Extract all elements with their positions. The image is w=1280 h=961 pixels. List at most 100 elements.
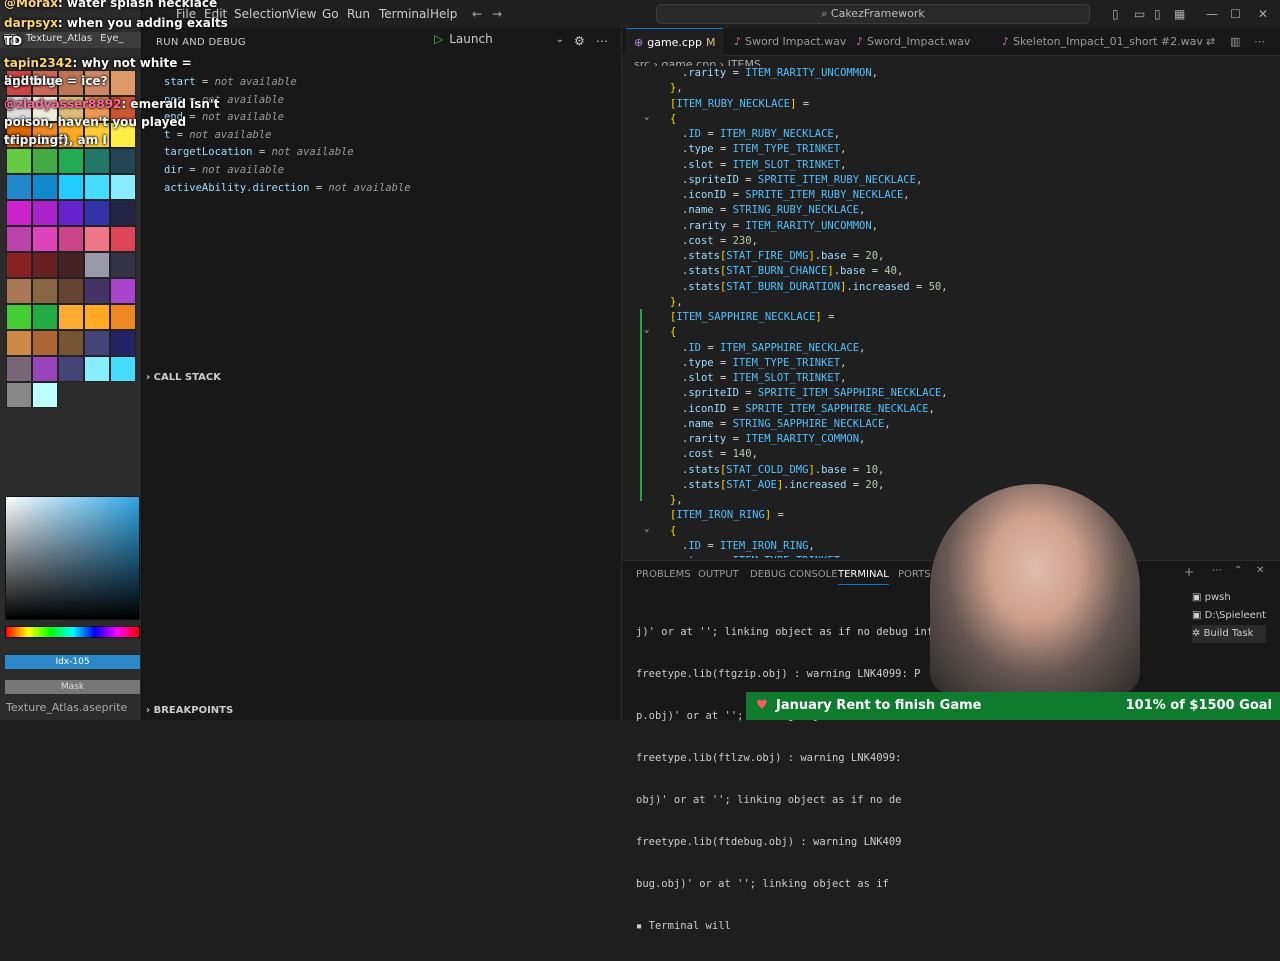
palette-swatch[interactable] [6,382,32,408]
code-line[interactable]: [ITEM_IRON_RING] = [670,508,784,523]
menu-go[interactable]: Go [322,7,339,21]
color-index-field[interactable]: Idx-105 [5,655,140,669]
tab-terminal[interactable]: TERMINAL [838,569,889,585]
menu-selection[interactable]: Selection [234,7,289,21]
palette-swatch[interactable] [58,148,84,174]
chevron-down-icon[interactable]: ⌄ [556,34,564,45]
code-line[interactable]: .stats[STAT_BURN_DURATION].increased = 5… [682,280,948,295]
customize-layout-icon[interactable]: ▦ [1174,7,1185,21]
palette-swatch[interactable] [32,200,58,226]
tab-debug-console[interactable]: DEBUG CONSOLE [750,569,838,580]
code-line[interactable]: .stats[STAT_FIRE_DMG].base = 20, [682,249,884,264]
palette-swatch[interactable] [32,252,58,278]
palette-swatch[interactable] [6,252,32,278]
menu-view[interactable]: View [288,7,316,21]
maximize-panel-icon[interactable]: ⌃ [1234,565,1242,576]
palette-swatch[interactable] [58,356,84,382]
code-line[interactable]: .type = ITEM_TYPE_TRINKET, [682,356,846,371]
code-line[interactable]: .spriteID = SPRITE_ITEM_RUBY_NECKLACE, [682,173,922,188]
launch-config-select[interactable]: ▷ Launch ⌄ [434,32,564,52]
tab-skeleton-impact-wav[interactable]: ♪ Skeleton_Impact_01_short #2.wav [1002,28,1203,56]
code-line[interactable]: }, [670,81,683,96]
palette-swatch[interactable] [6,226,32,252]
code-line[interactable]: { [670,112,676,127]
code-line[interactable]: .spriteID = SPRITE_ITEM_SAPPHIRE_NECKLAC… [682,386,948,401]
palette-swatch[interactable] [6,148,32,174]
terminal-item[interactable]: ▣ pwsh [1192,589,1266,607]
palette-swatch[interactable] [84,226,110,252]
back-arrow-icon[interactable]: ← [472,7,482,21]
close-panel-icon[interactable]: ✕ [1256,565,1264,576]
code-line[interactable]: .slot = ITEM_SLOT_TRINKET, [682,158,846,173]
code-line[interactable]: .type = ITEM_TYPE_TRINKET, [682,554,846,558]
code-line[interactable]: .iconID = SPRITE_ITEM_RUBY_NECKLACE, [682,188,910,203]
palette-swatch[interactable] [32,330,58,356]
palette-swatch[interactable] [84,200,110,226]
menu-terminal[interactable]: Terminal [379,7,430,21]
split-editor-icon[interactable]: ⇄ [1206,28,1215,56]
code-line[interactable]: .rarity = ITEM_RARITY_UNCOMMON, [682,219,878,234]
code-editor[interactable]: .rarity = ITEM_RARITY_UNCOMMON,}, [ITEM_R… [622,66,1280,558]
tab-game-cpp[interactable]: ⊕ game.cpp M [626,28,724,56]
code-line[interactable]: .type = ITEM_TYPE_TRINKET, [682,142,846,157]
palette-swatch[interactable] [32,226,58,252]
code-line[interactable]: .ID = ITEM_RUBY_NECKLACE, [682,127,840,142]
call-stack-header[interactable]: › CALL STACK [146,372,221,383]
palette-swatch[interactable] [32,356,58,382]
more-actions-icon[interactable]: ⋯ [1212,565,1222,576]
palette-swatch[interactable] [58,304,84,330]
tab-output[interactable]: OUTPUT [698,569,739,580]
palette-swatch[interactable] [110,200,136,226]
code-line[interactable]: .stats[STAT_COLD_DMG].base = 10, [682,463,884,478]
palette-swatch[interactable] [84,330,110,356]
mask-field[interactable]: Mask [5,680,140,694]
menu-help[interactable]: Help [430,7,457,21]
menu-run[interactable]: Run [347,7,370,21]
palette-swatch[interactable] [58,252,84,278]
palette-swatch[interactable] [6,174,32,200]
code-line[interactable]: .ID = ITEM_IRON_RING, [682,539,815,554]
palette-swatch[interactable] [110,304,136,330]
palette-swatch[interactable] [110,278,136,304]
palette-swatch[interactable] [110,148,136,174]
palette-swatch[interactable] [6,278,32,304]
code-line[interactable]: .stats[STAT_BURN_CHANCE].base = 40, [682,264,903,279]
toggle-sidebar-icon[interactable]: ▯ [1112,7,1119,21]
fold-chevron-icon[interactable]: ⌄ [644,112,649,122]
code-line[interactable]: .rarity = ITEM_RARITY_UNCOMMON, [682,66,878,81]
code-line[interactable]: }, [670,493,683,508]
forward-arrow-icon[interactable]: → [492,7,502,21]
palette-swatch[interactable] [6,330,32,356]
palette-swatch[interactable] [6,200,32,226]
code-line[interactable]: .ID = ITEM_SAPPHIRE_NECKLACE, [682,341,865,356]
palette-swatch[interactable] [110,226,136,252]
color-picker[interactable] [5,496,140,620]
play-icon[interactable]: ▷ [434,32,443,46]
palette-swatch[interactable] [110,174,136,200]
gear-icon[interactable]: ⚙ [574,34,585,48]
palette-swatch[interactable] [32,174,58,200]
palette-swatch[interactable] [110,356,136,382]
palette-swatch[interactable] [84,304,110,330]
code-line[interactable]: .name = STRING_SAPPHIRE_NECKLACE, [682,417,891,432]
more-actions-icon[interactable]: ⋯ [1254,28,1265,56]
more-actions-icon[interactable]: ⋯ [596,34,608,48]
palette-swatch[interactable] [84,278,110,304]
layout-icon[interactable]: ▥ [1230,28,1240,56]
tab-sword-impact-wav[interactable]: ♪ Sword Impact.wav [734,28,846,56]
code-line[interactable]: .cost = 140, [682,447,758,462]
code-line[interactable]: }, [670,295,683,310]
palette-swatch[interactable] [32,382,58,408]
palette-swatch[interactable] [110,330,136,356]
palette-swatch[interactable] [84,174,110,200]
palette-swatch[interactable] [58,278,84,304]
terminal-item[interactable]: ✲ Build Task [1192,625,1267,643]
code-line[interactable]: [ITEM_RUBY_NECKLACE] = [670,97,809,112]
minimize-icon[interactable]: — [1206,7,1218,21]
toggle-secondary-sidebar-icon[interactable]: ▯ [1154,7,1161,21]
palette-swatch[interactable] [32,278,58,304]
breakpoints-header[interactable]: › BREAKPOINTS [146,705,233,716]
tab-sword-impact-wav-2[interactable]: ♪ Sword_Impact.wav [856,28,970,56]
variable-row[interactable]: dir = not available [164,162,411,180]
code-line[interactable]: .rarity = ITEM_RARITY_COMMON, [682,432,865,447]
